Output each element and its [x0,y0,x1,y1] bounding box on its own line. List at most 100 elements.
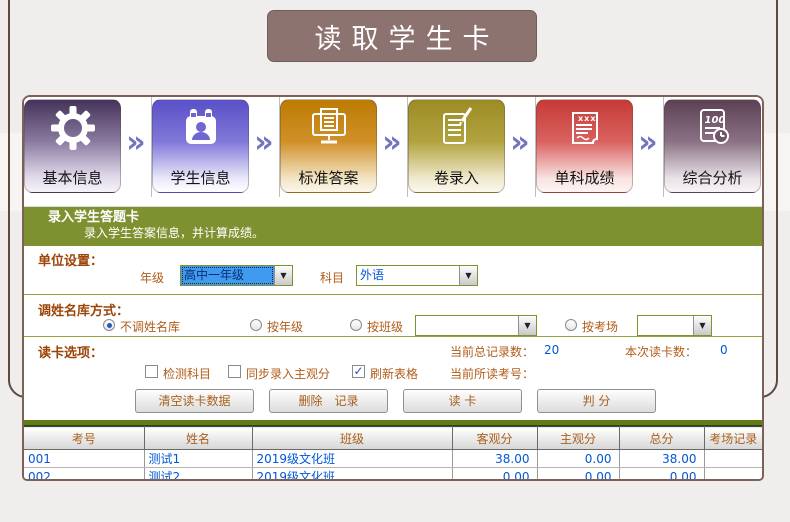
cell-exam-no: 001 [24,450,144,468]
unit-settings-title: 单位设置： [38,250,103,269]
toolbar-divider [24,197,762,207]
score-button[interactable]: 判 分 [537,389,656,413]
col-name: 姓名 [144,427,252,450]
radio-label: 按年级 [267,318,303,335]
chevron-right-icon: » [633,97,663,189]
dropdown-arrow-button[interactable]: ▼ [518,316,536,335]
chevron-right-icon: » [249,97,279,189]
read-options-title: 读卡选项： [38,342,103,361]
radio-label: 按班级 [367,318,403,335]
session-reads-value: 0 [720,343,728,357]
cell-name: 测试2 [144,468,252,482]
nav-label: 卷录入 [409,167,504,188]
nav-item-standard-answer[interactable]: 标准答案 [280,99,377,193]
cell-exam-no: 002 [24,468,144,482]
exam-room-select[interactable]: ▼ [637,315,712,336]
table-row[interactable]: 001 测试1 2019级文化班 38.00 0.00 38.00 [24,450,762,468]
nav-item-student-info[interactable]: 学生信息 [152,99,249,193]
subject-select[interactable]: 外语 ▼ [356,265,478,286]
checkbox-label: 刷新表格 [370,365,418,382]
radio-no-name-library[interactable] [103,319,115,331]
checkbox-detect-subject[interactable] [145,365,158,378]
radio-label: 不调姓名库 [120,318,180,335]
radio-by-grade[interactable] [250,319,262,331]
nav-label: 学生信息 [153,167,248,188]
nav-label: 标准答案 [281,167,376,188]
nav-item-basic-info[interactable]: 基本信息 [24,99,121,193]
main-panel: 基本信息 » [22,95,764,481]
nav-cell: 基本信息 » [24,97,152,197]
table-row[interactable]: 002 测试2 2019级文化班 0.00 0.00 0.00 [24,468,762,482]
dropdown-arrow-button[interactable]: ▼ [693,316,711,335]
nav-cell: 学生信息 » [152,97,280,197]
checkbox-sync-subjective[interactable] [228,365,241,378]
chevron-right-icon: » [377,97,407,189]
subject-label: 科目 [320,269,344,286]
nav-item-comprehensive-analysis[interactable]: 100 综合分析 [664,99,761,193]
class-select-value [416,316,518,335]
results-table: 考号 姓名 班级 客观分 主观分 总分 考场记录 001 测试1 [24,426,762,481]
cell-exam-room-record [704,468,762,482]
nav-label: 单科成绩 [537,167,632,188]
separator [24,294,762,295]
gear-icon [50,105,96,155]
section-header-subtitle: 录入学生答案信息，并计算成绩。 [24,226,762,241]
results-table-wrap: 考号 姓名 班级 客观分 主观分 总分 考场记录 001 测试1 [24,420,762,481]
nav-cell: 卷录入 » [408,97,536,197]
exam-room-select-value [638,316,693,335]
grade-select[interactable]: 高中一年级 ▼ [180,265,293,286]
dropdown-arrow-button[interactable]: ▼ [274,266,292,285]
cell-subjective-score: 0.00 [537,468,619,482]
nav-toolbar: 基本信息 » [24,97,762,197]
cell-class: 2019级文化班 [252,468,452,482]
total-records-value: 20 [544,343,559,357]
clear-read-data-button[interactable]: 清空读卡数据 [135,389,254,413]
svg-text:xxx: xxx [578,114,596,123]
app-window: 读取学生卡 [0,0,790,522]
radio-by-exam-room[interactable] [565,319,577,331]
subject-select-value: 外语 [357,266,459,285]
nav-label: 综合分析 [665,167,760,188]
section-header: 录入学生答题卡 录入学生答案信息，并计算成绩。 [24,207,762,246]
cell-total-score: 0.00 [619,468,704,482]
chevron-right-icon: » [121,97,151,189]
nav-cell: xxx 单科成绩 » [536,97,664,197]
nav-cell: 标准答案 » [280,97,408,197]
dropdown-arrow-button[interactable]: ▼ [459,266,477,285]
page-title: 读取学生卡 [267,10,537,62]
cell-exam-room-record [704,450,762,468]
id-card-icon [178,105,224,155]
monitor-answer-icon [306,105,352,155]
cell-subjective-score: 0.00 [537,450,619,468]
svg-text:100: 100 [704,115,725,126]
checkbox-label: 同步录入主观分 [246,365,330,382]
session-reads-label: 本次读卡数： [625,343,697,360]
nav-cell: 100 综合分析 [664,97,761,197]
table-header-row: 考号 姓名 班级 客观分 主观分 总分 考场记录 [24,427,762,450]
nav-label: 基本信息 [25,167,120,188]
report-clock-icon: 100 [690,105,736,155]
grade-select-value: 高中一年级 [181,266,274,285]
delete-record-button[interactable]: 删除 记录 [269,389,388,413]
cell-total-score: 38.00 [619,450,704,468]
col-total-score: 总分 [619,427,704,450]
current-examno-label: 当前所读考号： [450,365,534,382]
total-records-label: 当前总记录数： [450,343,534,360]
nav-item-subject-score[interactable]: xxx 单科成绩 [536,99,633,193]
panel-content: 单位设置： 年级 高中一年级 ▼ 科目 外语 ▼ 调姓名库方式： 不调姓名库 按… [24,246,762,481]
read-card-button[interactable]: 读 卡 [403,389,522,413]
cell-class: 2019级文化班 [252,450,452,468]
paper-pencil-icon [434,105,480,155]
grade-label: 年级 [140,269,164,286]
cell-name: 测试1 [144,450,252,468]
checkbox-label: 检测科目 [163,365,211,382]
col-exam-no: 考号 [24,427,144,450]
col-exam-room-record: 考场记录 [704,427,762,450]
checkbox-refresh-table[interactable]: ✓ [352,365,365,378]
col-class: 班级 [252,427,452,450]
cell-objective-score: 0.00 [452,468,537,482]
chevron-right-icon: » [505,97,535,189]
class-select[interactable]: ▼ [415,315,537,336]
nav-item-paper-entry[interactable]: 卷录入 [408,99,505,193]
radio-by-class[interactable] [350,319,362,331]
